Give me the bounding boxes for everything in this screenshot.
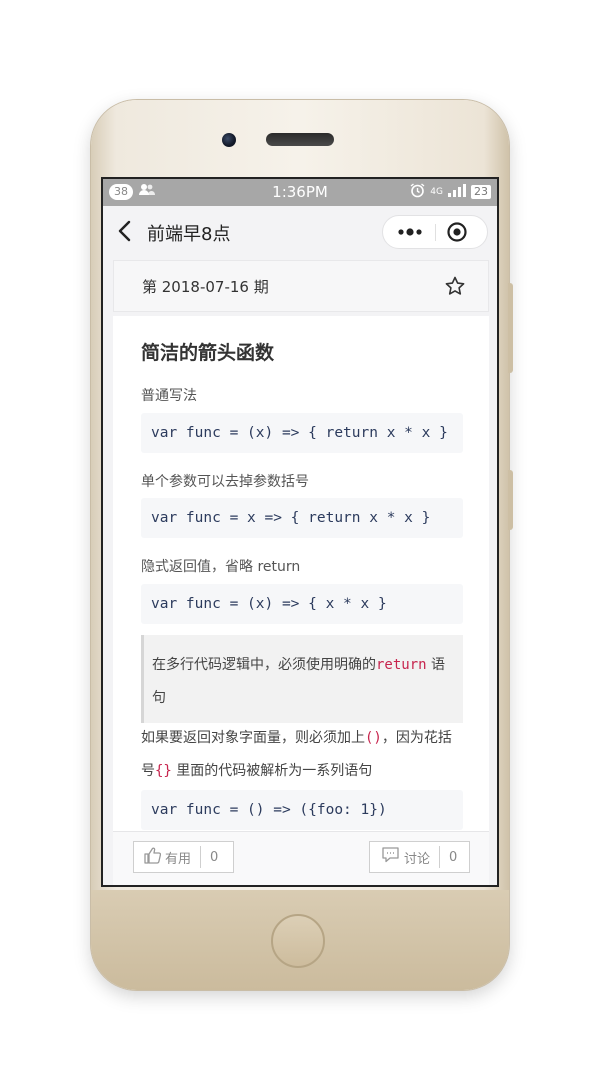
- section-heading: 单个参数可以去掉参数括号: [141, 474, 309, 490]
- comment-icon: [382, 847, 399, 867]
- issue-label: 第 2018-07-16 期: [142, 278, 269, 296]
- code-block: var func = x => { return x * x }: [141, 498, 463, 538]
- thumbs-up-icon: [144, 847, 162, 868]
- code-block: var func = (x) => { return x * x }: [141, 413, 463, 453]
- front-camera: [222, 133, 236, 147]
- article-title: 简洁的箭头函数: [141, 342, 275, 364]
- close-target-icon[interactable]: [446, 221, 468, 243]
- phone-screen: 38 1:36PM 4G 23 前端早8点 第 2018-07-16 期 简洁的…: [101, 177, 499, 887]
- capsule-divider: [435, 224, 436, 241]
- paragraph-text: 里面的代码被解析为一系列语句: [171, 763, 373, 779]
- like-count: 0: [210, 849, 219, 865]
- paragraph-text: 如果要返回对象字面量，则必须加上: [141, 730, 365, 746]
- inline-code: (): [365, 730, 382, 746]
- home-button[interactable]: [271, 914, 325, 968]
- star-icon[interactable]: [444, 275, 466, 297]
- network-label: 4G: [430, 187, 443, 197]
- code-block: var func = () => ({foo: 1}): [141, 790, 463, 830]
- miniprogram-capsule: [382, 215, 488, 249]
- page-title: 前端早8点: [147, 224, 231, 245]
- comment-button[interactable]: 讨论 0: [369, 841, 470, 873]
- quote-text: 在多行代码逻辑中，必须使用明确的: [152, 657, 376, 673]
- like-label: 有用: [165, 851, 192, 867]
- volume-button: [508, 283, 513, 373]
- issue-header: 第 2018-07-16 期: [113, 260, 489, 312]
- nav-bar: 前端早8点: [103, 206, 497, 258]
- object-literal-paragraph: 如果要返回对象字面量，则必须加上()，因为花括号{} 里面的代码被解析为一系列语…: [141, 722, 463, 788]
- comment-label: 讨论: [404, 851, 431, 867]
- status-bar: 38 1:36PM 4G 23: [103, 179, 497, 206]
- battery-indicator: 23: [471, 185, 491, 199]
- blockquote: 在多行代码逻辑中，必须使用明确的return 语句: [141, 635, 463, 723]
- comment-divider: [439, 846, 441, 868]
- code-block: var func = (x) => { x * x }: [141, 584, 463, 624]
- signal-icon: [448, 184, 466, 200]
- earpiece-speaker: [266, 133, 334, 146]
- like-button[interactable]: 有用 0: [133, 841, 234, 873]
- alarm-icon: [410, 183, 425, 201]
- section-heading: 普通写法: [141, 388, 197, 404]
- article-content: 简洁的箭头函数 普通写法 var func = (x) => { return …: [113, 316, 489, 831]
- article-footer: 有用 0 讨论 0: [113, 831, 489, 885]
- comment-count: 0: [449, 849, 458, 865]
- power-button: [508, 470, 513, 530]
- section-heading: 隐式返回值，省略 return: [141, 559, 301, 575]
- quote-keyword: return: [376, 657, 427, 673]
- like-divider: [200, 846, 202, 868]
- more-dots-icon[interactable]: [393, 221, 427, 243]
- back-arrow-icon[interactable]: [115, 219, 135, 243]
- inline-code: {}: [155, 763, 172, 779]
